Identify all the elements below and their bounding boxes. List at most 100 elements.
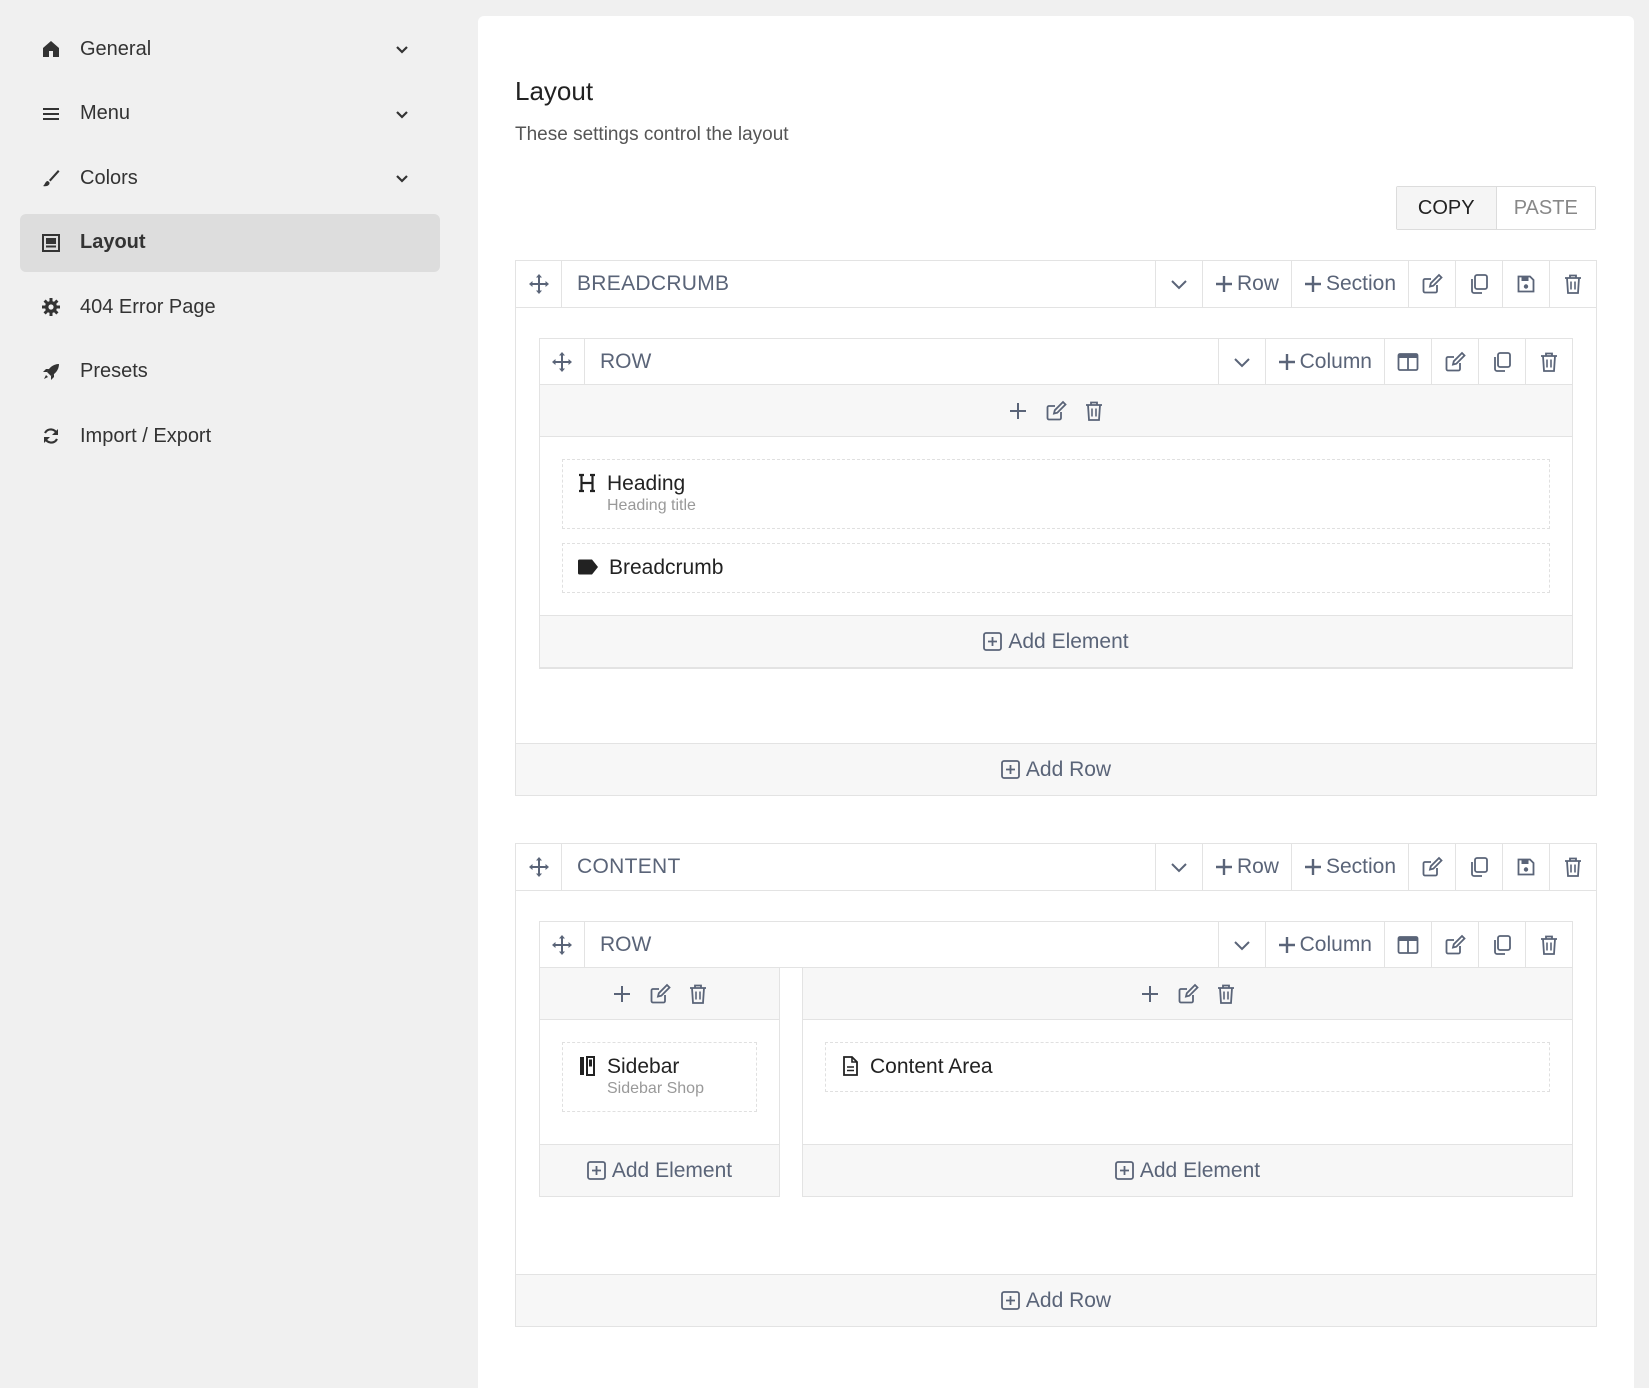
add-element-button[interactable]: Add Element [540,615,1572,667]
add-row-label: Row [1236,855,1279,878]
section-header: CONTENT Row Section [516,844,1596,891]
row-columns: Heading Heading title Breadcrumb Add Ele… [540,385,1572,668]
sidebar-item-label: Colors [80,166,138,189]
column-layout-button[interactable] [1384,339,1431,384]
move-icon[interactable] [516,261,562,307]
add-row-label: Add Row [1025,757,1112,781]
section-title: CONTENT [577,855,681,878]
tag-icon [577,556,599,578]
duplicate-section-button[interactable] [1455,844,1502,890]
edit-icon[interactable] [1177,983,1199,1005]
sidebar-item-label: Menu [80,102,131,124]
move-icon[interactable] [540,339,585,384]
collapse-row-button[interactable] [1217,922,1265,967]
column-tools [540,385,1572,437]
add-column-button[interactable]: Column [1264,922,1384,967]
add-element-button[interactable]: Add Element [803,1144,1572,1196]
edit-row-button[interactable] [1431,922,1478,967]
save-section-button[interactable] [1502,261,1549,307]
duplicate-section-button[interactable] [1455,261,1502,307]
gear-icon [40,296,62,318]
edit-row-button[interactable] [1431,339,1478,384]
delete-section-button[interactable] [1549,844,1596,890]
sidebar-item-menu[interactable]: Menu [20,85,440,143]
save-section-button[interactable] [1502,844,1549,890]
add-column-button[interactable]: Column [1264,339,1384,384]
element-name: Heading [607,472,686,495]
trash-icon [1563,273,1583,295]
plus-icon[interactable] [611,983,633,1005]
copy-icon [1468,273,1490,295]
sidebar-item-import-export[interactable]: Import / Export [20,407,440,465]
sidebar-item-404-error-page[interactable]: 404 Error Page [20,278,440,336]
edit-icon [1444,934,1466,956]
move-icon[interactable] [516,844,562,890]
copy-icon [1491,351,1513,373]
add-row-label: Add Row [1025,1288,1112,1312]
edit-icon[interactable] [649,983,671,1005]
add-row-label: Row [1236,272,1279,295]
chevron-down-icon [1169,274,1189,294]
add-row-button[interactable]: Add Row [516,1274,1596,1326]
sidebar-item-general[interactable]: General [20,20,440,78]
add-section-button[interactable]: Section [1290,261,1408,307]
column-layout-button[interactable] [1384,922,1431,967]
plus-icon [1304,858,1322,876]
add-row-button[interactable]: Row [1201,261,1291,307]
paste-button[interactable]: PASTE [1496,187,1595,229]
layout-icon [40,232,62,254]
duplicate-row-button[interactable] [1478,922,1525,967]
row-container: ROW Column [539,338,1573,669]
edit-section-button[interactable] [1408,844,1455,890]
edit-icon[interactable] [1045,400,1067,422]
trash-icon[interactable] [687,983,709,1005]
edit-section-button[interactable] [1408,261,1455,307]
sidebar-item-presets[interactable]: Presets [20,343,440,401]
sidebar-item-label: General [80,37,152,60]
sidebar-item-label: Layout [80,231,146,253]
column-body: Heading Heading title Breadcrumb [540,437,1572,615]
collapse-button[interactable] [1154,261,1202,307]
main-panel: Layout These settings control the layout… [478,16,1634,1388]
plus-icon [1278,936,1296,954]
trash-icon[interactable] [1083,400,1105,422]
add-row-button[interactable]: Add Row [516,743,1596,795]
plus-icon [1215,275,1233,293]
column: Sidebar Sidebar Shop Add Element [539,968,780,1197]
sidebar-item-label: 404 Error Page [80,295,216,318]
sidebar-item-layout[interactable]: Layout [20,213,440,272]
plus-square-icon [1000,1291,1026,1310]
move-icon[interactable] [540,922,585,967]
home-icon [40,38,62,60]
collapse-button[interactable] [1154,844,1202,890]
copy-icon [1468,856,1490,878]
plus-square-icon [983,632,1008,651]
element-breadcrumb[interactable]: Breadcrumb [562,543,1550,593]
add-column-label: Column [1299,349,1372,373]
delete-section-button[interactable] [1549,261,1596,307]
add-section-label: Section [1325,272,1396,295]
save-icon [1516,274,1536,294]
row-columns: Sidebar Sidebar Shop Add Element Content… [539,968,1573,1197]
add-element-button[interactable]: Add Element [540,1144,779,1196]
sidebar-item-colors[interactable]: Colors [20,149,440,207]
page-title: Layout [515,76,594,106]
add-row-button[interactable]: Row [1201,844,1291,890]
copy-button[interactable]: COPY [1397,187,1497,229]
trash-icon[interactable] [1215,983,1237,1005]
sidebar-item-label: Import / Export [80,424,212,447]
add-section-button[interactable]: Section [1290,844,1408,890]
row-header: ROW Column [539,922,1573,968]
delete-row-button[interactable] [1525,339,1572,384]
trash-icon [1539,351,1559,373]
plus-icon[interactable] [1139,983,1161,1005]
save-icon [1516,857,1536,877]
element-sidebar[interactable]: Sidebar Sidebar Shop [562,1042,757,1112]
element-heading[interactable]: Heading Heading title [562,459,1550,529]
delete-row-button[interactable] [1525,922,1572,967]
plus-icon[interactable] [1007,400,1029,422]
duplicate-row-button[interactable] [1478,339,1525,384]
element-content-area[interactable]: Content Area [825,1042,1550,1092]
collapse-row-button[interactable] [1217,339,1265,384]
add-column-label: Column [1299,932,1372,956]
